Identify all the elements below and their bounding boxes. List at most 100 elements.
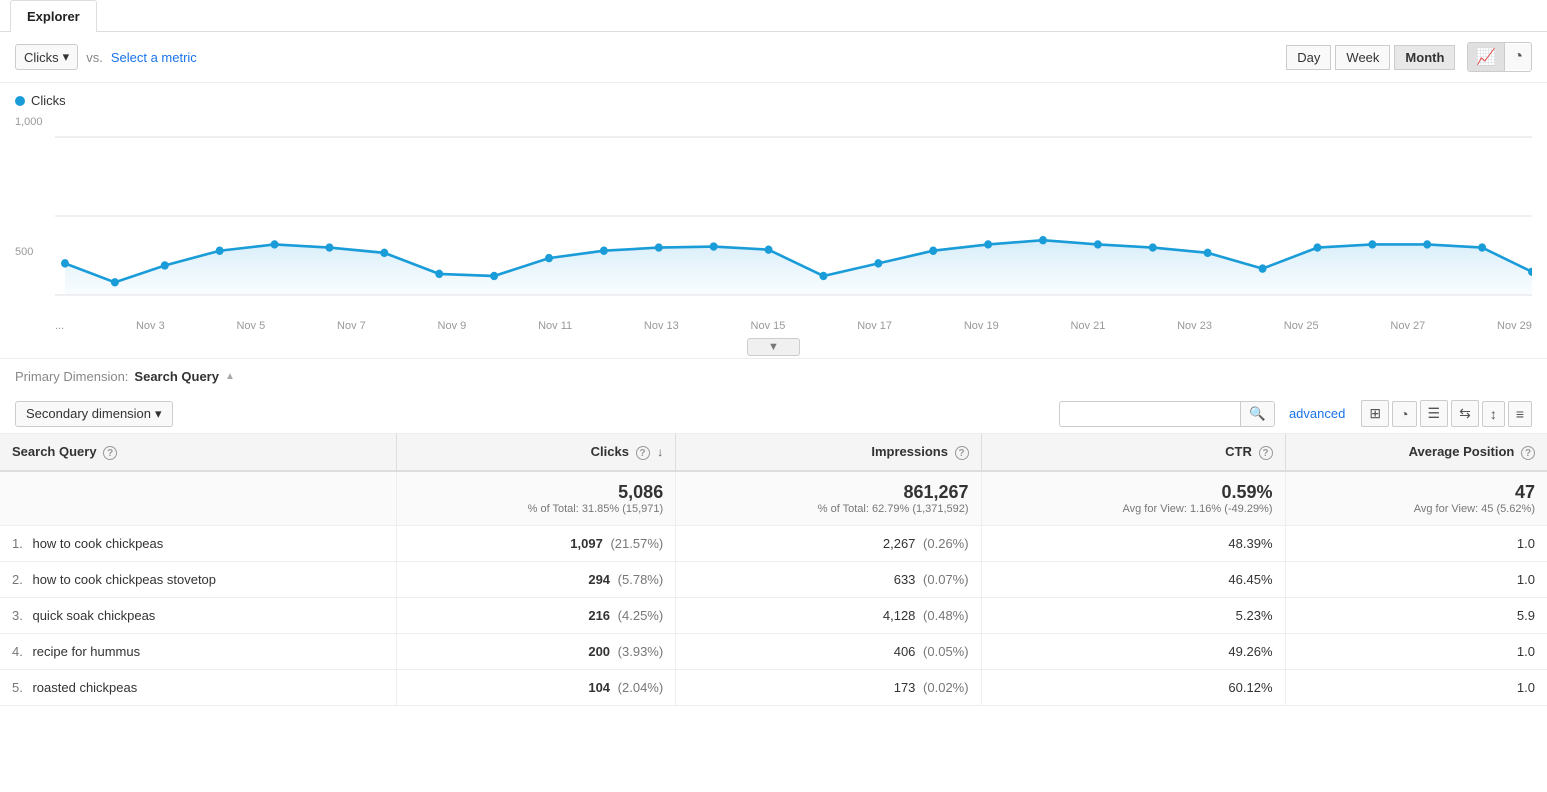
data-point (600, 247, 608, 255)
col-header-clicks[interactable]: Clicks ? ↓ (397, 434, 676, 471)
row-query-link[interactable]: roasted chickpeas (32, 680, 137, 695)
row-clicks-cell: 200 (3.93%) (397, 634, 676, 670)
view-btn-pivot[interactable]: ⇆ (1451, 400, 1479, 427)
y-label-500: 500 (15, 246, 55, 258)
x-label: Nov 11 (538, 320, 572, 332)
row-clicks-pct: (3.93%) (618, 644, 664, 659)
totals-ctr-cell: 0.59% Avg for View: 1.16% (-49.29%) (981, 471, 1285, 526)
col-header-avg-position[interactable]: Average Position ? (1285, 434, 1547, 471)
row-query-link[interactable]: how to cook chickpeas stovetop (32, 572, 216, 587)
x-label: Nov 29 (1497, 320, 1532, 332)
row-query-link[interactable]: quick soak chickpeas (32, 608, 155, 623)
x-label: Nov 21 (1070, 320, 1105, 332)
totals-avg-position-sub: Avg for View: 45 (5.62%) (1298, 503, 1535, 515)
data-point (1368, 240, 1376, 248)
row-number: 4. (12, 644, 23, 659)
row-number: 1. (12, 536, 23, 551)
row-impressions-pct: (0.26%) (923, 536, 969, 551)
row-impressions-value: 173 (894, 680, 916, 695)
row-number: 5. (12, 680, 23, 695)
x-label: Nov 19 (964, 320, 999, 332)
chart-type-group: 📈 ◔ (1467, 42, 1532, 72)
metric-dropdown[interactable]: Clicks ▾ (15, 44, 78, 70)
collapse-chart-btn[interactable]: ▼ (747, 338, 800, 356)
row-number: 3. (12, 608, 23, 623)
chevron-up-icon: ▲ (225, 371, 235, 382)
data-point (984, 240, 992, 248)
row-query-link[interactable]: recipe for hummus (32, 644, 140, 659)
data-point (710, 242, 718, 250)
x-label: Nov 23 (1177, 320, 1212, 332)
search-input[interactable] (1060, 402, 1240, 425)
totals-clicks-value: 5,086 (409, 482, 663, 503)
totals-impressions-cell: 861,267 % of Total: 62.79% (1,371,592) (676, 471, 981, 526)
row-number: 2. (12, 572, 23, 587)
totals-ctr-sub: Avg for View: 1.16% (-49.29%) (994, 503, 1273, 515)
line-chart-btn[interactable]: 📈 (1468, 43, 1505, 71)
vs-label: vs. (86, 50, 103, 65)
x-label: Nov 25 (1284, 320, 1319, 332)
advanced-link[interactable]: advanced (1289, 406, 1345, 421)
col-header-query[interactable]: Search Query ? (0, 434, 397, 471)
tab-explorer[interactable]: Explorer (10, 0, 97, 32)
y-axis: 1,000 500 (15, 116, 55, 316)
table-row: 5. roasted chickpeas 104 (2.04%) 173 (0.… (0, 670, 1547, 706)
view-btn-list[interactable]: ☰ (1420, 400, 1449, 427)
x-label: Nov 17 (857, 320, 892, 332)
row-impressions-value: 406 (894, 644, 916, 659)
totals-clicks-cell: 5,086 % of Total: 31.85% (15,971) (397, 471, 676, 526)
row-impressions-value: 4,128 (883, 608, 916, 623)
table-row: 3. quick soak chickpeas 216 (4.25%) 4,12… (0, 598, 1547, 634)
sort-arrow-clicks: ↓ (657, 445, 663, 459)
row-impressions-pct: (0.48%) (923, 608, 969, 623)
data-point (929, 247, 937, 255)
totals-clicks-sub: % of Total: 31.85% (15,971) (409, 503, 663, 515)
select-metric-link[interactable]: Select a metric (111, 50, 197, 65)
chevron-down-icon: ▾ (155, 406, 162, 422)
totals-impressions-value: 861,267 (688, 482, 968, 503)
search-button[interactable]: 🔍 (1240, 402, 1274, 426)
secondary-dimension-dropdown[interactable]: Secondary dimension ▾ (15, 401, 173, 427)
view-button-group: ⊞ ◔ ☰ ⇆ ↕ ≡ (1361, 400, 1532, 427)
row-impressions-cell: 173 (0.02%) (676, 670, 981, 706)
row-impressions-cell: 2,267 (0.26%) (676, 526, 981, 562)
data-point (1039, 236, 1047, 244)
line-chart-svg (55, 116, 1532, 316)
col-header-impressions[interactable]: Impressions ? (676, 434, 981, 471)
totals-impressions-sub: % of Total: 62.79% (1,371,592) (688, 503, 968, 515)
help-icon-clicks[interactable]: ? (636, 446, 650, 460)
view-btn-compare[interactable]: ↕ (1482, 401, 1505, 427)
row-clicks-value: 216 (588, 608, 610, 623)
data-point (874, 259, 882, 267)
x-label: ... (55, 320, 64, 332)
col-header-ctr[interactable]: CTR ? (981, 434, 1285, 471)
dimension-label-text: Primary Dimension: (15, 369, 128, 384)
row-impressions-cell: 4,128 (0.48%) (676, 598, 981, 634)
col-label-impressions: Impressions (871, 444, 948, 459)
row-ctr-cell: 46.45% (981, 562, 1285, 598)
chart-container: 1,000 500 (15, 116, 1532, 316)
time-btn-day[interactable]: Day (1286, 45, 1331, 70)
help-icon-impressions[interactable]: ? (955, 446, 969, 460)
chart-legend: Clicks (15, 93, 1532, 108)
row-avg-position-cell: 5.9 (1285, 598, 1547, 634)
view-btn-pie[interactable]: ◔ (1392, 401, 1416, 427)
help-icon-avg-position[interactable]: ? (1521, 446, 1535, 460)
time-btn-week[interactable]: Week (1335, 45, 1390, 70)
metric-label: Clicks (24, 50, 59, 65)
row-clicks-value: 104 (588, 680, 610, 695)
time-btn-month[interactable]: Month (1394, 45, 1455, 70)
x-label: Nov 15 (751, 320, 786, 332)
row-clicks-cell: 104 (2.04%) (397, 670, 676, 706)
data-point (1149, 243, 1157, 251)
search-box: 🔍 (1059, 401, 1275, 427)
tab-bar: Explorer (0, 0, 1547, 32)
help-icon-query[interactable]: ? (103, 446, 117, 460)
x-axis: ... Nov 3 Nov 5 Nov 7 Nov 9 Nov 11 Nov 1… (15, 316, 1532, 332)
help-icon-ctr[interactable]: ? (1259, 446, 1273, 460)
pie-chart-btn[interactable]: ◔ (1505, 44, 1531, 70)
secondary-dim-label: Secondary dimension (26, 406, 151, 421)
view-btn-grid[interactable]: ⊞ (1361, 400, 1389, 427)
view-btn-detail[interactable]: ≡ (1508, 401, 1532, 427)
row-query-link[interactable]: how to cook chickpeas (32, 536, 163, 551)
